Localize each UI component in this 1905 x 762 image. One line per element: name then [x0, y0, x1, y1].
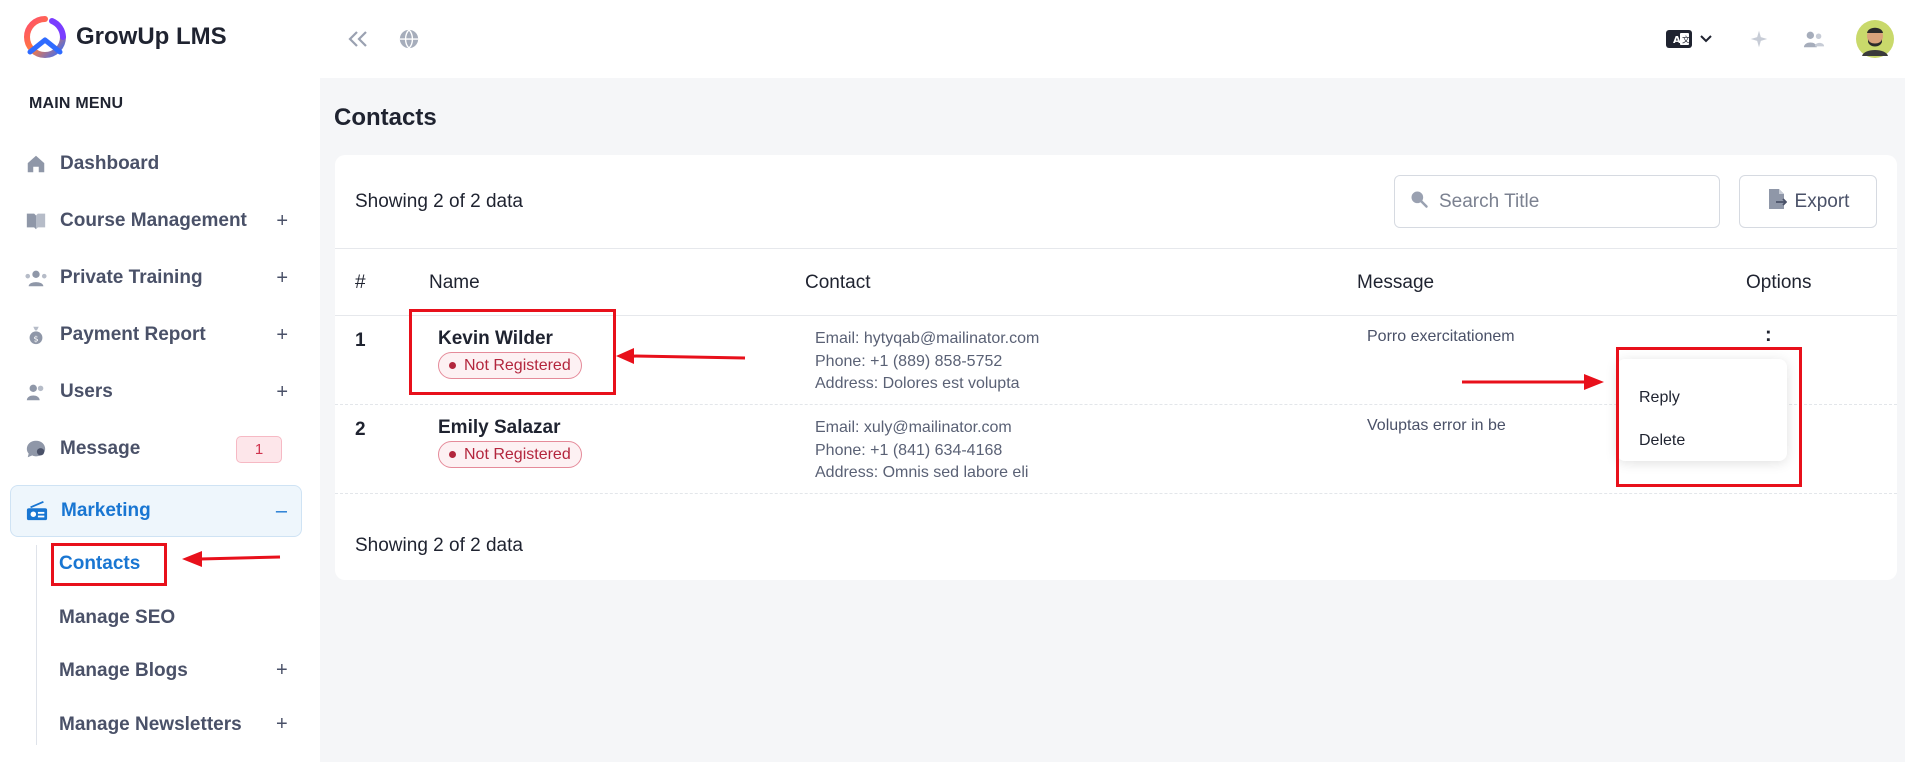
status-label: Not Registered — [464, 445, 571, 463]
column-header-number: # — [355, 272, 366, 293]
search-input[interactable] — [1439, 190, 1699, 213]
users-group-icon — [24, 266, 48, 290]
contact-phone: Phone: +1 (889) 858-5752 — [815, 352, 1003, 370]
sidebar-subitem-manage-newsletters[interactable]: Manage Newsletters — [59, 714, 242, 736]
message-count-badge: 1 — [236, 435, 282, 463]
search-icon — [1409, 189, 1429, 214]
export-file-icon — [1767, 188, 1787, 216]
home-icon — [24, 152, 48, 176]
column-header-name: Name — [429, 272, 480, 293]
status-dot-icon — [449, 451, 456, 458]
sidebar-item-course-management[interactable]: Course Management + — [10, 196, 302, 246]
contact-message: Porro exercitationem — [1367, 328, 1515, 345]
expand-plus-icon[interactable]: + — [276, 713, 288, 736]
sidebar-item-dashboard[interactable]: Dashboard — [10, 139, 302, 189]
topbar: A文 — [320, 0, 1905, 78]
contact-details: Email: xuly@mailinator.com Phone: +1 (84… — [815, 417, 1028, 485]
annotation-box-contacts — [51, 543, 167, 586]
money-bag-icon: $ — [24, 323, 48, 347]
avatar[interactable] — [1855, 19, 1895, 59]
sidebar-item-label: Message — [60, 438, 141, 459]
chat-icon — [24, 437, 48, 461]
row-number: 1 — [355, 330, 366, 351]
search-box[interactable] — [1394, 175, 1720, 228]
sidebar-item-users[interactable]: Users + — [10, 367, 302, 417]
sidebar-subitem-manage-blogs[interactable]: Manage Blogs — [59, 660, 188, 682]
contact-address: Address: Omnis sed labore eli — [815, 464, 1029, 481]
book-icon — [24, 209, 48, 233]
svg-text:文: 文 — [1682, 35, 1690, 45]
user-switch-icon[interactable] — [1800, 26, 1828, 52]
annotation-box-name — [409, 309, 616, 395]
sidebar: GrowUp LMS MAIN MENU Dashboard Course Ma… — [0, 0, 320, 762]
options-menu-icon[interactable]: : — [1765, 324, 1772, 347]
sidebar-item-label: Course Management — [60, 210, 247, 231]
expand-plus-icon[interactable]: + — [276, 659, 288, 682]
annotation-arrow-dropdown — [1462, 374, 1604, 390]
svg-text:A: A — [1673, 35, 1681, 46]
expand-plus-icon[interactable]: + — [276, 381, 288, 404]
expand-plus-icon[interactable]: + — [276, 267, 288, 290]
sidebar-item-label: Payment Report — [60, 324, 206, 345]
submenu-guide-line — [36, 545, 37, 745]
contact-address: Address: Dolores est volupta — [815, 375, 1020, 392]
sidebar-item-label: Users — [60, 381, 113, 402]
expand-plus-icon[interactable]: + — [276, 210, 288, 233]
sidebar-item-payment-report[interactable]: $ Payment Report + — [10, 310, 302, 360]
brand[interactable]: GrowUp LMS — [22, 16, 227, 58]
export-label: Export — [1794, 190, 1850, 212]
expand-plus-icon[interactable]: + — [276, 324, 288, 347]
contact-details: Email: hytyqab@mailinator.com Phone: +1 … — [815, 328, 1039, 396]
sidebar-item-marketing[interactable]: Marketing – — [10, 485, 302, 537]
contact-email: Email: xuly@mailinator.com — [815, 419, 1012, 436]
users-icon — [24, 380, 48, 404]
column-header-options: Options — [1746, 272, 1812, 293]
sidebar-item-private-training[interactable]: Private Training + — [10, 253, 302, 303]
sidebar-item-label: Private Training — [60, 267, 203, 288]
contact-email: Email: hytyqab@mailinator.com — [815, 330, 1040, 347]
globe-icon[interactable] — [395, 25, 423, 53]
language-icon[interactable]: A文 — [1665, 28, 1693, 50]
annotation-arrow-contacts — [182, 551, 281, 567]
annotation-box-dropdown — [1616, 347, 1802, 487]
row-number: 2 — [355, 419, 366, 440]
sidebar-item-label: Marketing — [61, 500, 151, 521]
svg-text:$: $ — [33, 333, 38, 343]
collapse-icon[interactable] — [344, 26, 372, 52]
annotation-arrow-name — [616, 348, 746, 364]
column-header-message: Message — [1357, 272, 1435, 293]
collapse-minus-icon[interactable]: – — [276, 500, 287, 523]
contact-phone: Phone: +1 (841) 634-4168 — [815, 441, 1003, 459]
table-header: # Name Contact Message Options — [335, 248, 1897, 316]
main-menu-title: MAIN MENU — [29, 95, 124, 112]
brand-name: GrowUp LMS — [76, 23, 227, 50]
contact-name: Emily Salazar — [438, 417, 561, 438]
page-title: Contacts — [334, 104, 437, 131]
column-header-contact: Contact — [805, 272, 871, 293]
chevron-down-icon[interactable] — [1698, 30, 1714, 48]
sparkle-icon[interactable] — [1746, 26, 1772, 52]
showing-count-top: Showing 2 of 2 data — [355, 191, 523, 212]
sidebar-item-label: Dashboard — [60, 153, 160, 174]
growup-logo-icon — [24, 16, 66, 58]
radio-icon — [25, 499, 49, 523]
status-badge: Not Registered — [438, 441, 582, 468]
showing-count-bottom: Showing 2 of 2 data — [355, 535, 523, 556]
sidebar-subitem-manage-seo[interactable]: Manage SEO — [59, 607, 175, 629]
contact-message: Voluptas error in be — [1367, 417, 1506, 434]
sidebar-item-message[interactable]: Message 1 — [10, 424, 302, 474]
export-button[interactable]: Export — [1739, 175, 1877, 228]
